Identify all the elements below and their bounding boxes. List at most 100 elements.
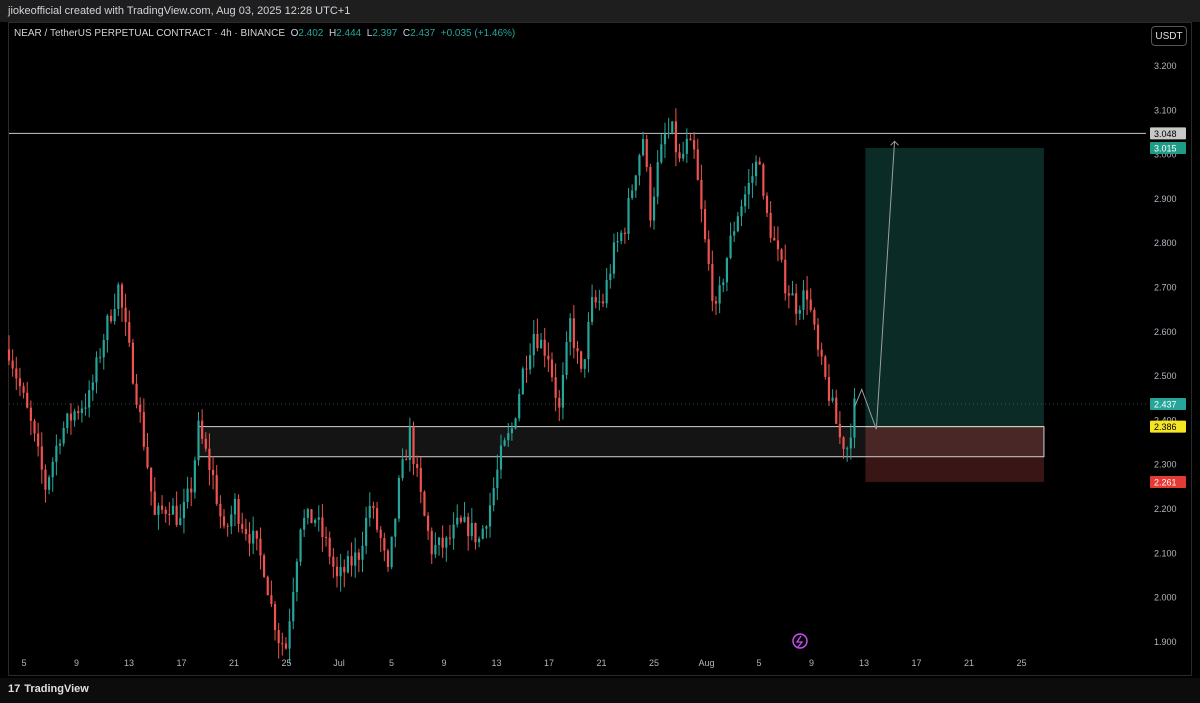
candle-body [146,446,149,468]
candle-body [179,518,182,526]
y-tick-label: 3.200 [1154,61,1177,71]
candle-body [197,420,200,461]
lightning-icon[interactable] [792,633,808,649]
candle-body [711,263,714,302]
candle-body [405,459,408,461]
candle-body [740,206,743,217]
candle-body [357,552,360,560]
target-zone[interactable] [865,147,1044,427]
candle-body [700,179,703,210]
candle-body [47,477,51,490]
candle-body [397,478,401,519]
candle-body [507,433,510,441]
candle-body [386,550,390,568]
candle-body [426,515,430,531]
candle-body [773,237,776,241]
candle-body [99,357,102,359]
candle-body [467,516,470,537]
candle-body [798,309,801,314]
candle-body [208,448,211,470]
price-label-text-target: 3.015 [1154,143,1177,153]
x-tick-label: 25 [1016,658,1026,668]
candle-body [667,132,670,135]
x-tick-label: 21 [229,658,239,668]
candle-body [219,503,222,517]
candle-body [682,153,685,159]
candle-body [328,537,331,557]
y-tick-label: 3.100 [1154,105,1177,115]
candle-body [539,339,543,349]
candle-body [598,301,601,303]
candle-body [73,411,76,421]
candle-body [751,176,754,183]
candle-body [15,368,18,379]
candle-body [354,552,357,566]
candle-body [780,249,783,260]
candle-body [488,505,492,527]
symbol-legend: NEAR / TetherUS PERPETUAL CONTRACT · 4h … [14,28,515,39]
candle-body [33,420,36,434]
candle-body [164,509,167,515]
candle-body [277,630,280,644]
candle-body [816,324,820,350]
candle-body [569,318,572,343]
candle-body [744,194,747,207]
candle-body [609,273,612,281]
price-label-text-level: 3.048 [1154,129,1177,139]
candle-body [572,318,575,349]
candle-body [361,545,364,560]
y-tick-label: 2.500 [1154,371,1177,381]
candle-body [193,460,196,493]
candle-body [802,290,805,310]
candle-body [631,190,634,198]
symbol-title[interactable]: NEAR / TetherUS PERPETUAL CONTRACT · 4h … [14,28,285,39]
candle-body [689,138,692,141]
candle-body [80,408,83,414]
candle-body [459,517,462,522]
y-tick-label: 1.900 [1154,637,1177,647]
x-tick-label: 9 [441,658,446,668]
candle-body [215,475,218,504]
candle-body [44,469,47,490]
x-tick-label: 13 [859,658,869,668]
chart-canvas[interactable]: 3.2003.1003.0002.9002.8002.7002.6002.500… [0,0,1200,703]
candle-body [481,528,484,539]
open-value: 2.402 [298,28,324,39]
close-value: 2.437 [410,28,436,39]
candle-body [809,299,812,310]
tradingview-brand[interactable]: 17 TradingView [8,683,89,695]
support-zone-box[interactable] [198,426,1045,458]
candle-body [332,556,335,567]
candle-body [492,488,495,506]
candle-body [139,404,142,413]
candle-body [292,592,295,622]
candle-body [693,140,696,150]
price-label-text-entry: 2.386 [1154,422,1177,432]
candle-body [510,428,513,434]
candle-body [765,195,769,213]
change-value: +0.035 (+1.46%) [440,28,516,39]
candle-body [620,232,623,241]
candle-body [241,523,244,529]
candle-body [547,355,550,360]
candle-body [390,536,393,568]
candle-body [452,524,455,539]
currency-button[interactable]: USDT [1151,26,1187,46]
candle-body [244,528,247,535]
candle-body [729,235,732,258]
tradingview-logo-icon: 17 [8,683,21,695]
candle-body [314,519,317,524]
candle-body [605,280,608,304]
candle-body [201,420,204,439]
candle-body [645,139,648,167]
candle-body [696,149,699,180]
candle-body [408,426,411,460]
candle-body [419,467,422,492]
candle-body [616,240,619,243]
price-label-text-current: 2.437 [1154,400,1177,410]
candle-body [335,566,339,577]
candle-body [543,339,546,356]
candle-body [284,643,288,649]
lightning-bolt-icon [795,635,804,648]
candle-body [529,355,532,370]
